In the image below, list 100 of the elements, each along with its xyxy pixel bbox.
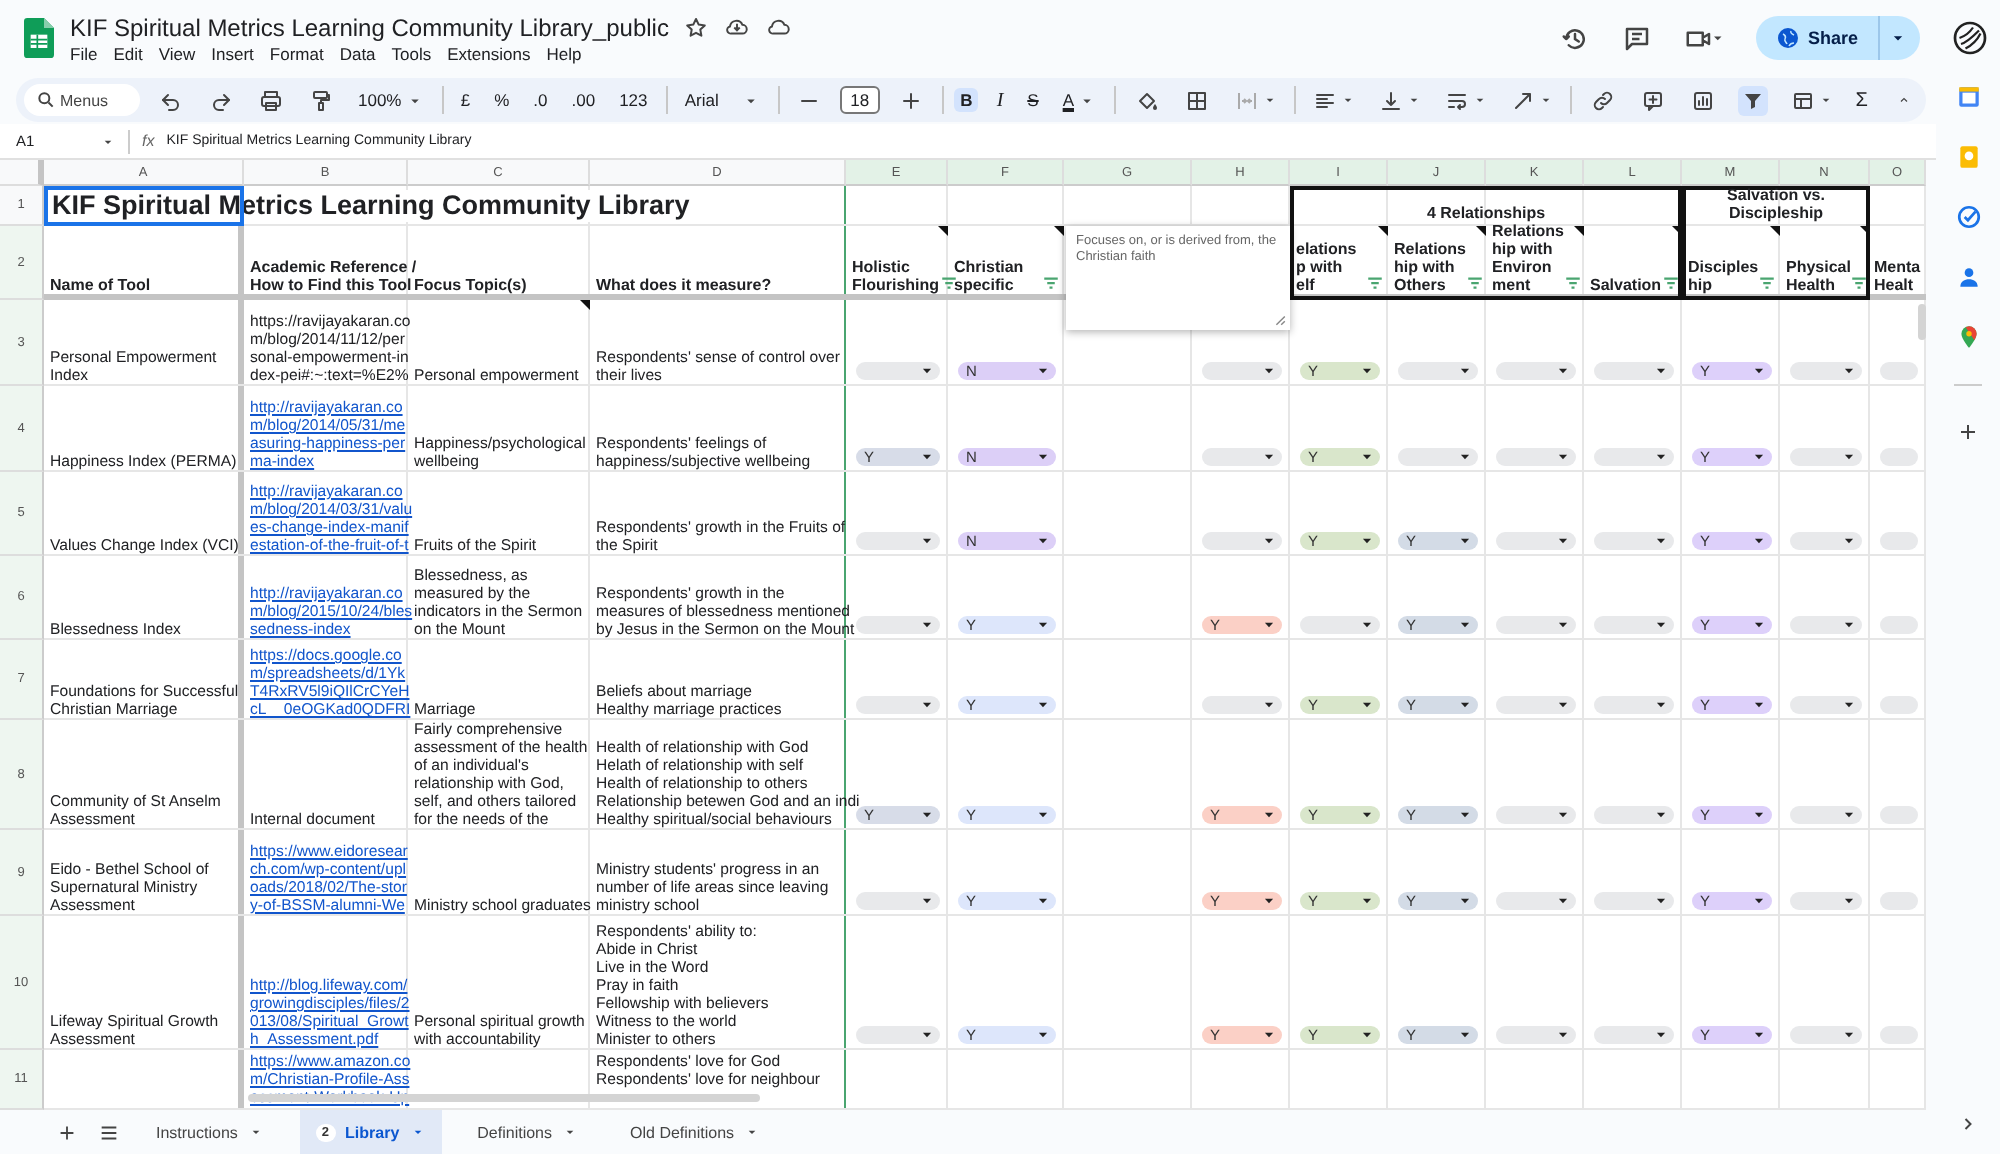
menu-item[interactable]: Format xyxy=(269,43,324,63)
dropdown-chip[interactable] xyxy=(1790,892,1862,910)
menu-item[interactable]: File xyxy=(70,43,98,63)
caret-icon xyxy=(1036,894,1050,908)
dropdown-chip[interactable] xyxy=(1790,532,1862,550)
number-format-button[interactable]: 123 xyxy=(613,88,654,112)
comment-icon[interactable] xyxy=(1621,23,1652,53)
caret-icon xyxy=(1036,698,1050,712)
caret-icon xyxy=(1036,364,1050,378)
bold-button[interactable]: B xyxy=(954,88,979,112)
filter-icon[interactable] xyxy=(939,274,958,292)
zoom-dropdown[interactable]: 100% xyxy=(352,88,430,112)
menu-item[interactable]: Help xyxy=(546,43,582,63)
column-title: Menta Healt xyxy=(1874,258,1923,294)
menu-item[interactable]: Tools xyxy=(391,43,432,63)
menu-item[interactable]: View xyxy=(158,43,196,63)
caret-icon xyxy=(1556,618,1570,632)
caret-icon xyxy=(920,698,934,712)
cloud-icon[interactable] xyxy=(766,14,793,40)
caret-icon xyxy=(1458,534,1472,548)
caret-icon xyxy=(1262,618,1276,632)
caret-icon xyxy=(1654,894,1668,908)
caret-icon xyxy=(1556,450,1570,464)
caret-icon xyxy=(1556,1028,1570,1042)
group-label: 4 Relationships xyxy=(1424,204,1548,224)
dropdown-chip[interactable] xyxy=(1790,696,1862,714)
dropdown-chip[interactable] xyxy=(1790,362,1862,380)
caret-icon xyxy=(920,618,934,632)
currency-button[interactable]: £ xyxy=(454,88,477,112)
swirl-logo-icon[interactable] xyxy=(1952,20,1988,56)
caret-icon xyxy=(1842,364,1856,378)
caret-icon xyxy=(1458,450,1472,464)
functions-button[interactable]: Σ xyxy=(1849,87,1874,113)
dropdown-chip[interactable] xyxy=(1790,616,1862,634)
document-title[interactable]: KIF Spiritual Metrics Learning Community Library_public xyxy=(70,13,669,41)
menu-item[interactable]: Edit xyxy=(113,43,143,63)
caret-icon xyxy=(1360,698,1374,712)
filter-icon[interactable] xyxy=(1661,274,1680,292)
cloud-arrow-icon[interactable] xyxy=(724,14,751,40)
menu-item[interactable]: Extensions xyxy=(447,43,531,63)
menu-icon[interactable] xyxy=(98,1121,120,1143)
resize-handle-icon[interactable] xyxy=(1274,314,1286,326)
column-title: Academic Reference / How to Find this Tool xyxy=(250,258,417,294)
horizontal-scrollbar[interactable] xyxy=(248,1094,760,1102)
caret-icon xyxy=(1752,534,1766,548)
caret-icon xyxy=(1262,1028,1276,1042)
filter-icon[interactable] xyxy=(1850,274,1869,292)
sheet-tab[interactable]: Old Definitions xyxy=(614,1110,777,1154)
spreadsheet-logo-icon[interactable] xyxy=(24,18,54,58)
caret-icon xyxy=(1262,698,1276,712)
calendar-icon[interactable] xyxy=(1955,84,1981,110)
filter-icon[interactable] xyxy=(1737,85,1768,115)
group-label: Salvation vs. Discipleship xyxy=(1725,186,1827,226)
vertical-scrollbar[interactable] xyxy=(1918,304,1926,340)
caret-icon xyxy=(1458,894,1472,908)
dropdown-chip[interactable] xyxy=(1790,448,1862,466)
caret-icon xyxy=(920,1028,934,1042)
add-sheet-icon[interactable] xyxy=(56,1121,78,1143)
sheet-tab[interactable]: Definitions xyxy=(461,1110,595,1154)
caret-icon xyxy=(1262,894,1276,908)
caret-icon xyxy=(1654,534,1668,548)
caret-icon xyxy=(1842,894,1856,908)
strikethrough-button[interactable]: S xyxy=(1021,88,1045,112)
column-title: Name of Tool xyxy=(50,276,153,294)
font-dropdown[interactable]: Arial xyxy=(678,88,766,112)
decrease-decimal-button[interactable]: .0 xyxy=(527,88,554,112)
caret-icon xyxy=(1262,808,1276,822)
caret-icon xyxy=(1360,1028,1374,1042)
check-circle-icon[interactable] xyxy=(1955,204,1981,230)
caret-icon xyxy=(1842,1028,1856,1042)
plus-icon[interactable] xyxy=(1956,420,1980,444)
caret-icon xyxy=(1842,534,1856,548)
map-pin-icon[interactable] xyxy=(1955,324,1981,350)
caret-icon xyxy=(920,534,934,548)
share-button[interactable]: Share xyxy=(1755,16,1920,60)
menu-item[interactable]: Data xyxy=(339,43,376,63)
sheet-tab[interactable]: Instructions xyxy=(140,1110,280,1154)
dropdown-chip[interactable] xyxy=(1790,806,1862,824)
caret-icon xyxy=(1458,364,1472,378)
column-title: Holistic Flourishing xyxy=(852,258,940,294)
history-icon[interactable] xyxy=(1559,23,1590,53)
person-icon[interactable] xyxy=(1955,264,1981,290)
printer-icon[interactable] xyxy=(256,85,286,115)
caret-icon xyxy=(1458,698,1472,712)
dropdown-chip[interactable] xyxy=(1790,1026,1862,1044)
percent-button[interactable]: % xyxy=(488,88,516,112)
italic-button[interactable]: I xyxy=(990,87,1010,113)
caret-icon xyxy=(1752,450,1766,464)
menu-item[interactable]: Insert xyxy=(211,43,254,63)
caret-icon xyxy=(1842,698,1856,712)
tab-label: Instructions xyxy=(156,1123,238,1141)
increase-decimal-button[interactable]: .00 xyxy=(565,88,602,112)
function-label: fx xyxy=(142,132,155,150)
text-color-button[interactable]: A xyxy=(1056,88,1102,112)
caret-icon xyxy=(1556,894,1570,908)
column-title: Relations hip with Others xyxy=(1394,240,1467,294)
star-icon[interactable] xyxy=(684,15,709,39)
search-field[interactable]: Menus xyxy=(24,84,140,116)
font-size-field[interactable]: 18 xyxy=(840,86,880,114)
caret-icon xyxy=(1842,808,1856,822)
